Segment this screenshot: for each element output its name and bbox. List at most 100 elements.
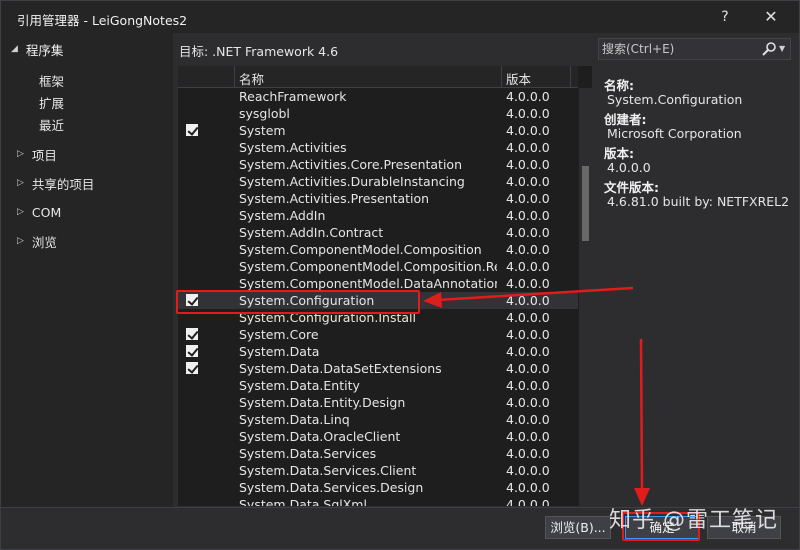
row-version: 4.0.0.0 (506, 480, 550, 495)
checkbox-unchecked[interactable] (186, 175, 198, 187)
browse-button[interactable]: 浏览(B)... (545, 516, 611, 539)
close-button[interactable]: ✕ (759, 5, 783, 29)
collapsed-triangle-icon: ▷ (17, 178, 24, 188)
nav-assemblies[interactable]: ◢ 程序集 (11, 39, 63, 59)
table-row[interactable]: System.Data.OracleClient 4.0.0.0 (178, 428, 578, 445)
background-code-edge (1, 33, 9, 507)
nav-sub-framework[interactable]: 框架 (39, 71, 64, 90)
row-name: System.Activities (239, 140, 347, 155)
row-version: 4.0.0.0 (506, 378, 550, 393)
search-options-dropdown-icon[interactable]: ▼ (779, 41, 785, 57)
checkbox-unchecked[interactable] (186, 277, 198, 289)
list-header: 名称 版本 (178, 66, 578, 88)
row-version: 4.0.0.0 (506, 242, 550, 257)
checkbox-checked[interactable] (186, 345, 198, 357)
table-row[interactable]: System.AddIn.Contract 4.0.0.0 (178, 224, 578, 241)
nav-item-shared-projects[interactable]: ▷ 共享的项目 (17, 173, 94, 193)
checkbox-unchecked[interactable] (186, 90, 198, 102)
nav-sub-recent[interactable]: 最近 (39, 115, 64, 134)
window-title: 引用管理器 - LeiGongNotes2 (17, 13, 188, 28)
checkbox-unchecked[interactable] (186, 107, 198, 119)
detail-creator-value: Microsoft Corporation (607, 126, 742, 141)
checkbox-unchecked[interactable] (186, 413, 198, 425)
table-row[interactable]: System.Core 4.0.0.0 (178, 326, 578, 343)
search-input[interactable] (602, 42, 752, 56)
table-row[interactable]: System.ComponentModel.Composition.Re... 4… (178, 258, 578, 275)
row-version: 4.0.0.0 (506, 293, 550, 308)
table-row[interactable]: System.Activities.Presentation 4.0.0.0 (178, 190, 578, 207)
checkbox-unchecked[interactable] (186, 396, 198, 408)
table-row[interactable]: System.ComponentModel.Composition 4.0.0.0 (178, 241, 578, 258)
row-name: System.ComponentModel.Composition.Re... (239, 259, 497, 274)
search-icon[interactable] (761, 41, 777, 57)
table-row[interactable]: System.Data.Services.Client 4.0.0.0 (178, 462, 578, 479)
table-row[interactable]: System 4.0.0.0 (178, 122, 578, 139)
checkbox-unchecked[interactable] (186, 243, 198, 255)
row-version: 4.0.0.0 (506, 463, 550, 478)
nav-sub-extensions[interactable]: 扩展 (39, 93, 64, 112)
column-header-name[interactable]: 名称 (239, 69, 264, 88)
checkbox-unchecked[interactable] (186, 498, 198, 506)
column-header-version[interactable]: 版本 (506, 69, 531, 88)
checkbox-checked[interactable] (186, 124, 198, 136)
nav-item-projects[interactable]: ▷ 项目 (17, 144, 57, 164)
left-nav: ◢ 程序集 框架 扩展 最近 ▷ 项目 ▷ 共享的项目 ▷ COM ▷ 浏览 (1, 33, 173, 507)
table-row[interactable]: System.Data.Services.Design 4.0.0.0 (178, 479, 578, 496)
checkbox-unchecked[interactable] (186, 141, 198, 153)
table-row[interactable]: System.Data.Linq 4.0.0.0 (178, 411, 578, 428)
table-row[interactable]: System.Data 4.0.0.0 (178, 343, 578, 360)
help-button[interactable]: ? (713, 5, 737, 29)
highlight-box-selected-row (176, 290, 420, 314)
row-version: 4.0.0.0 (506, 327, 550, 342)
table-row[interactable]: System.Activities.Core.Presentation 4.0.0… (178, 156, 578, 173)
row-name: System.AddIn (239, 208, 326, 223)
watermark: 知乎 @雷工笔记 (609, 508, 778, 533)
row-name: System.Data (239, 344, 320, 359)
search-box[interactable]: ▼ (598, 38, 791, 60)
row-version: 4.0.0.0 (506, 123, 550, 138)
table-row[interactable]: System.AddIn 4.0.0.0 (178, 207, 578, 224)
table-row[interactable]: System.Data.DataSetExtensions 4.0.0.0 (178, 360, 578, 377)
scrollbar-thumb[interactable] (582, 166, 589, 241)
checkbox-unchecked[interactable] (186, 209, 198, 221)
row-version: 4.0.0.0 (506, 259, 550, 274)
checkbox-checked[interactable] (186, 362, 198, 374)
table-row[interactable]: System.Activities.DurableInstancing 4.0.0… (178, 173, 578, 190)
checkbox-unchecked[interactable] (186, 158, 198, 170)
table-row[interactable]: System.Data.Entity 4.0.0.0 (178, 377, 578, 394)
table-row[interactable]: System.Data.Entity.Design 4.0.0.0 (178, 394, 578, 411)
table-row[interactable]: System.Data.SqlXml 4.0.0.0 (178, 496, 578, 506)
checkbox-unchecked[interactable] (186, 226, 198, 238)
table-row[interactable]: sysglobl 4.0.0.0 (178, 105, 578, 122)
title-bar: 引用管理器 - LeiGongNotes2 ? ✕ (1, 1, 799, 33)
checkbox-unchecked[interactable] (186, 481, 198, 493)
list-scrollbar[interactable] (579, 88, 592, 506)
target-framework-label: 目标: .NET Framework 4.6 (179, 44, 339, 59)
checkbox-unchecked[interactable] (186, 379, 198, 391)
checkbox-unchecked[interactable] (186, 430, 198, 442)
nav-item-label: 浏览 (31, 234, 57, 250)
row-version: 4.0.0.0 (506, 276, 550, 291)
checkbox-checked[interactable] (186, 328, 198, 340)
row-name: System.ComponentModel.Composition (239, 242, 482, 257)
row-name: System.Data.SqlXml (239, 497, 367, 506)
table-row[interactable]: ReachFramework 4.0.0.0 (178, 88, 578, 105)
checkbox-unchecked[interactable] (186, 464, 198, 476)
nav-item-browse[interactable]: ▷ 浏览 (17, 231, 57, 251)
checkbox-unchecked[interactable] (186, 447, 198, 459)
row-name: System.Core (239, 327, 319, 342)
row-name: System.Data.Services.Design (239, 480, 424, 495)
row-version: 4.0.0.0 (506, 429, 550, 444)
nav-item-com[interactable]: ▷ COM (17, 202, 61, 222)
checkbox-unchecked[interactable] (186, 260, 198, 272)
checkbox-unchecked[interactable] (186, 192, 198, 204)
detail-file-version-value: 4.6.81.0 built by: NETFXREL2 (607, 194, 790, 209)
nav-item-label: 项目 (31, 147, 57, 163)
row-name: sysglobl (239, 106, 290, 121)
table-row[interactable]: System.Data.Services 4.0.0.0 (178, 445, 578, 462)
table-row[interactable]: System.Activities 4.0.0.0 (178, 139, 578, 156)
row-name: System.Activities.Presentation (239, 191, 430, 206)
row-version: 4.0.0.0 (506, 174, 550, 189)
detail-name-value: System.Configuration (607, 92, 743, 107)
header-separator (570, 66, 571, 88)
